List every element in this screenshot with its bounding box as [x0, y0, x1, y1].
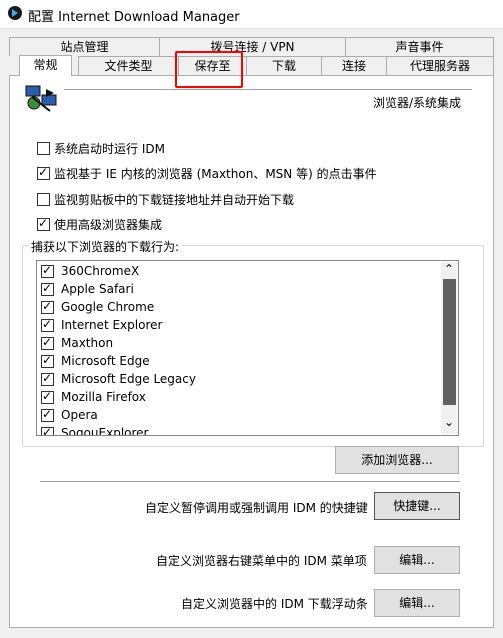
idm-app-icon: [8, 6, 22, 20]
edit-context-menu-button[interactable]: 编辑...: [374, 546, 460, 574]
browser-checkbox[interactable]: [41, 299, 54, 314]
option-run-on-startup-label: 系统启动时运行 IDM: [54, 142, 165, 156]
hotkey-label: 自定义暂停调用或强制调用 IDM 的快捷键: [145, 501, 368, 515]
tab-general[interactable]: 常规: [19, 55, 72, 76]
browser-checkbox[interactable]: [41, 317, 54, 332]
title-bar: 配置 Internet Download Manager: [0, 0, 503, 29]
tab-proxy-server[interactable]: 代理服务器: [386, 56, 494, 75]
browser-name: 360ChromeX: [61, 264, 140, 278]
browser-name: Apple Safari: [61, 282, 134, 296]
window-title: 配置 Internet Download Manager: [28, 10, 240, 25]
browser-checkbox[interactable]: [41, 371, 54, 386]
option-monitor-ie-label: 监视基于 IE 内核的浏览器 (Maxthon、MSN 等) 的点击事件: [54, 167, 377, 181]
browser-name: Microsoft Edge Legacy: [61, 372, 196, 386]
browser-list-item[interactable]: Maxthon: [41, 335, 441, 353]
section-divider: [64, 89, 472, 90]
option-monitor-clipboard-label: 监视剪贴板中的下载链接地址并自动开始下载: [54, 193, 295, 207]
browser-checkbox[interactable]: [41, 389, 54, 404]
network-computers-icon: [25, 85, 57, 112]
context-menu-label: 自定义浏览器右键菜单中的 IDM 菜单项: [156, 554, 367, 568]
browser-list-item[interactable]: Opera: [41, 407, 441, 425]
browser-checkbox[interactable]: [41, 407, 54, 422]
browser-list-item[interactable]: Microsoft Edge: [41, 353, 441, 371]
browser-list-item[interactable]: Microsoft Edge Legacy: [41, 371, 441, 389]
browser-name: Maxthon: [61, 336, 114, 350]
browser-checkbox[interactable]: [41, 353, 54, 368]
browser-list-item[interactable]: 360ChromeX: [41, 263, 441, 281]
browser-checkbox[interactable]: [41, 281, 54, 296]
browser-list-item[interactable]: Mozilla Firefox: [41, 389, 441, 407]
browser-list-item[interactable]: SogouExplorer: [41, 425, 441, 436]
browser-checkbox[interactable]: [41, 263, 54, 278]
edit-float-bar-button[interactable]: 编辑...: [374, 589, 460, 617]
option-run-on-startup-checkbox[interactable]: [37, 142, 50, 155]
browser-name: Opera: [61, 408, 98, 422]
browser-list[interactable]: 360ChromeX Apple Safari Google Chrome Inter…: [36, 260, 459, 436]
browser-list-item[interactable]: Internet Explorer: [41, 317, 441, 335]
browsers-group-label: 捕获以下浏览器的下载行为:: [28, 238, 183, 255]
tab-site-management[interactable]: 站点管理: [9, 37, 160, 56]
option-monitor-clipboard-checkbox[interactable]: [37, 193, 50, 206]
browser-checkbox[interactable]: [41, 335, 54, 350]
float-bar-label: 自定义浏览器中的 IDM 下载浮动条: [181, 597, 368, 611]
browser-name: Google Chrome: [61, 300, 155, 314]
browser-list-item[interactable]: Apple Safari: [41, 281, 441, 299]
tab-download[interactable]: 下载: [246, 56, 322, 75]
section-title: 浏览器/系统集成: [373, 96, 462, 110]
browser-list-item[interactable]: Google Chrome: [41, 299, 441, 317]
browser-name: Mozilla Firefox: [61, 390, 146, 404]
option-advanced-integration-checkbox[interactable]: [37, 216, 50, 231]
highlight-box: [175, 51, 243, 88]
option-monitor-ie-checkbox[interactable]: [37, 165, 50, 180]
browser-name: Microsoft Edge: [61, 354, 150, 368]
scroll-up-arrow-icon[interactable]: ⌃: [444, 262, 454, 276]
tab-sound-events[interactable]: 声音事件: [345, 37, 494, 56]
browser-checkbox[interactable]: [41, 425, 54, 435]
tab-connection[interactable]: 连接: [321, 56, 387, 75]
separator-line: [40, 481, 460, 482]
tab-file-types[interactable]: 文件类型: [78, 56, 179, 75]
browser-name: Internet Explorer: [61, 318, 163, 332]
scroll-down-arrow-icon[interactable]: ⌄: [444, 415, 454, 429]
browser-name: SogouExplorer: [61, 426, 149, 436]
option-advanced-integration-label: 使用高级浏览器集成: [54, 218, 163, 232]
scrollbar-thumb[interactable]: [443, 279, 456, 405]
hotkey-button[interactable]: 快捷键...: [374, 492, 460, 520]
add-browser-button[interactable]: 添加浏览器...: [335, 446, 459, 474]
